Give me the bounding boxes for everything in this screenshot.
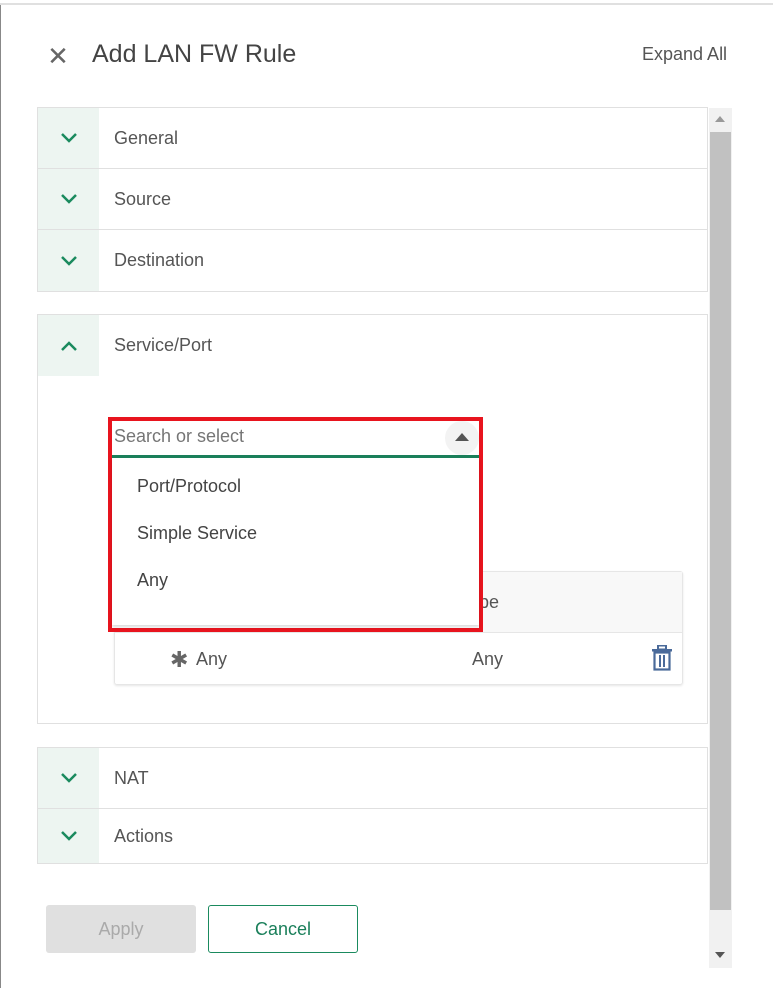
chevron-down-icon (38, 230, 99, 291)
option-simple-service[interactable]: Simple Service (112, 523, 479, 570)
row-type: Any (472, 649, 504, 669)
section-label: Actions (114, 825, 174, 846)
section-label: Service/Port (114, 335, 213, 355)
sections-bottom: NAT Actions (37, 747, 708, 864)
search-field[interactable] (112, 421, 479, 458)
row-name: Any (196, 649, 228, 669)
section-label: Destination (114, 250, 205, 270)
apply-button[interactable]: Apply (46, 905, 196, 953)
chevron-down-icon (38, 748, 99, 808)
close-icon[interactable]: ✕ (46, 43, 70, 69)
scrollbar-thumb[interactable] (710, 132, 731, 910)
section-general[interactable]: General (38, 108, 707, 169)
caret-up-icon (455, 433, 469, 441)
page-title: Add LAN FW Rule (92, 40, 297, 68)
section-service-header[interactable]: Service/Port (38, 315, 707, 376)
scroll-down-icon[interactable] (715, 952, 725, 958)
asterisk-icon: ✱ (170, 647, 189, 672)
chevron-down-icon (38, 108, 99, 168)
expand-all-link[interactable]: Expand All (642, 44, 727, 65)
chevron-up-icon (38, 315, 99, 376)
service-dropdown: Port/Protocol Simple Service Any (108, 417, 483, 632)
chevron-down-icon (38, 809, 99, 863)
option-any[interactable]: Any (112, 570, 479, 617)
search-input[interactable] (114, 423, 434, 449)
section-nat[interactable]: NAT (38, 748, 707, 809)
scroll-up-icon[interactable] (715, 116, 725, 122)
trash-icon[interactable] (651, 644, 673, 676)
chevron-down-icon (38, 169, 99, 229)
dropdown-toggle[interactable] (445, 421, 479, 455)
section-label: Source (114, 188, 172, 209)
section-label: General (114, 127, 179, 148)
section-source[interactable]: Source (38, 169, 707, 230)
section-destination[interactable]: Destination (38, 230, 707, 291)
option-port-protocol[interactable]: Port/Protocol (112, 476, 479, 523)
cancel-button[interactable]: Cancel (208, 905, 358, 953)
left-border (0, 5, 1, 988)
table-row: ✱ Any Any (115, 633, 682, 685)
scrollbar[interactable] (709, 108, 732, 968)
top-border (0, 3, 773, 5)
section-label: NAT (114, 767, 149, 788)
sections-top: General Source Destination (37, 107, 708, 292)
section-actions[interactable]: Actions (38, 809, 707, 863)
options-list: Port/Protocol Simple Service Any (112, 458, 479, 625)
